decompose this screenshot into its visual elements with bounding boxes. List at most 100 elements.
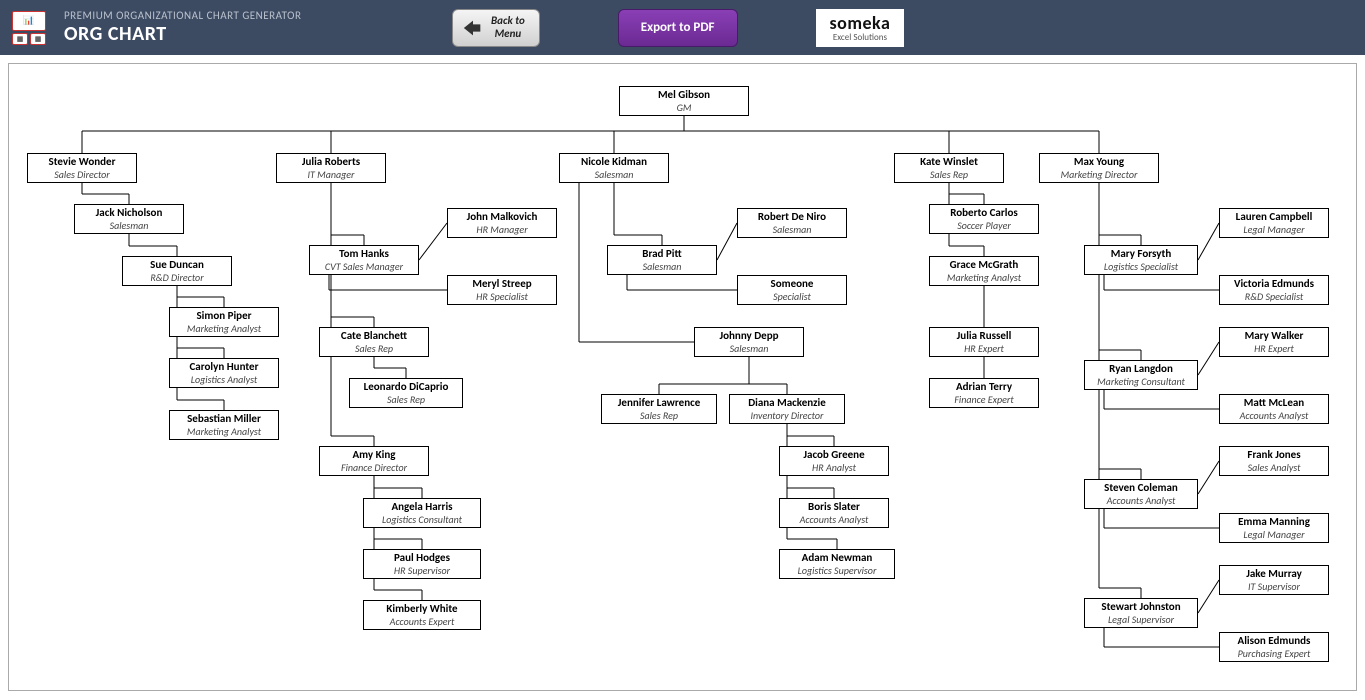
node-role: HR Manager bbox=[452, 224, 552, 236]
brand-name: someka bbox=[830, 12, 891, 34]
org-node[interactable]: Jack NicholsonSalesman bbox=[74, 204, 184, 234]
org-node[interactable]: Sebastian MillerMarketing Analyst bbox=[169, 410, 279, 440]
node-name: Boris Slater bbox=[784, 501, 884, 514]
org-node[interactable]: Carolyn HunterLogistics Analyst bbox=[169, 358, 279, 388]
org-node[interactable]: Paul HodgesHR Supervisor bbox=[363, 549, 481, 579]
node-role: Salesman bbox=[742, 224, 842, 236]
node-name: Jennifer Lawrence bbox=[606, 397, 712, 410]
org-node[interactable]: Boris SlaterAccounts Analyst bbox=[779, 498, 889, 528]
app-header: 📊 ▦ ▦ PREMIUM ORGANIZATIONAL CHART GENER… bbox=[0, 0, 1365, 55]
org-node[interactable]: Kate WinsletSales Rep bbox=[894, 153, 1004, 183]
org-node[interactable]: Meryl StreepHR Specialist bbox=[447, 275, 557, 305]
title-block: PREMIUM ORGANIZATIONAL CHART GENERATOR O… bbox=[64, 9, 434, 46]
org-node[interactable]: Sue DuncanR&D Director bbox=[122, 256, 232, 286]
org-node[interactable]: Roberto CarlosSoccer Player bbox=[929, 204, 1039, 234]
org-node[interactable]: Steven ColemanAccounts Analyst bbox=[1084, 479, 1198, 509]
node-role: Legal Manager bbox=[1224, 224, 1324, 236]
org-node[interactable]: Tom HanksCVT Sales Manager bbox=[309, 245, 419, 275]
node-role: Salesman bbox=[699, 343, 799, 355]
node-name: Adrian Terry bbox=[934, 381, 1034, 394]
node-role: Finance Expert bbox=[934, 394, 1034, 406]
node-name: Stewart Johnston bbox=[1089, 601, 1193, 614]
node-name: Ryan Langdon bbox=[1089, 363, 1193, 376]
node-name: Mary Walker bbox=[1224, 330, 1324, 343]
node-name: Adam Newman bbox=[784, 552, 890, 565]
org-node[interactable]: Julia RussellHR Expert bbox=[929, 327, 1039, 357]
node-name: Steven Coleman bbox=[1089, 482, 1193, 495]
node-name: Julia Roberts bbox=[281, 156, 381, 169]
org-node[interactable]: Kimberly WhiteAccounts Expert bbox=[363, 600, 481, 630]
org-node[interactable]: Grace McGrathMarketing Analyst bbox=[929, 256, 1039, 286]
node-role: HR Specialist bbox=[452, 291, 552, 303]
org-node[interactable]: Adrian TerryFinance Expert bbox=[929, 378, 1039, 408]
node-role: Legal Manager bbox=[1224, 529, 1324, 541]
node-role: Sales Rep bbox=[899, 169, 999, 181]
node-name: John Malkovich bbox=[452, 211, 552, 224]
org-node[interactable]: Mary WalkerHR Expert bbox=[1219, 327, 1329, 357]
node-name: Diana Mackenzie bbox=[734, 397, 840, 410]
org-node[interactable]: Victoria EdmundsR&D Specialist bbox=[1219, 275, 1329, 305]
org-node[interactable]: John MalkovichHR Manager bbox=[447, 208, 557, 238]
org-node[interactable]: Angela HarrisLogistics Consultant bbox=[363, 498, 481, 528]
org-node[interactable]: Robert De NiroSalesman bbox=[737, 208, 847, 238]
org-node[interactable]: Jacob GreeneHR Analyst bbox=[779, 446, 889, 476]
logo-icon: ▦ bbox=[12, 33, 28, 45]
org-node[interactable]: Julia RobertsIT Manager bbox=[276, 153, 386, 183]
node-role: Salesman bbox=[79, 220, 179, 232]
node-name: Carolyn Hunter bbox=[174, 361, 274, 374]
node-role: R&D Specialist bbox=[1224, 291, 1324, 303]
node-name: Brad Pitt bbox=[612, 248, 712, 261]
node-role: CVT Sales Manager bbox=[314, 261, 414, 273]
node-name: Sebastian Miller bbox=[174, 413, 274, 426]
node-role: R&D Director bbox=[127, 272, 227, 284]
org-node[interactable]: Nicole KidmanSalesman bbox=[559, 153, 669, 183]
org-node[interactable]: Jennifer LawrenceSales Rep bbox=[601, 394, 717, 424]
org-node[interactable]: Alison EdmundsPurchasing Expert bbox=[1219, 632, 1329, 662]
org-node[interactable]: Adam NewmanLogistics Supervisor bbox=[779, 549, 895, 579]
node-name: Jake Murray bbox=[1224, 568, 1324, 581]
logo-icon: 📊 bbox=[12, 11, 46, 31]
org-chart-canvas: Mel GibsonGM Stevie WonderSales Director J… bbox=[8, 63, 1357, 691]
node-name: Stevie Wonder bbox=[32, 156, 132, 169]
node-role: GM bbox=[624, 102, 744, 114]
node-role: Sales Director bbox=[32, 169, 132, 181]
org-node[interactable]: Brad PittSalesman bbox=[607, 245, 717, 275]
node-role: Accounts Analyst bbox=[1224, 410, 1324, 422]
logo-icon: ▦ bbox=[30, 33, 46, 45]
org-node[interactable]: Emma ManningLegal Manager bbox=[1219, 513, 1329, 543]
node-name: Robert De Niro bbox=[742, 211, 842, 224]
node-name: Johnny Depp bbox=[699, 330, 799, 343]
node-name: Matt McLean bbox=[1224, 397, 1324, 410]
node-role: HR Supervisor bbox=[368, 565, 476, 577]
export-pdf-button[interactable]: Export to PDF bbox=[618, 9, 738, 47]
node-role: Marketing Director bbox=[1044, 169, 1154, 181]
org-node[interactable]: SomeoneSpecialist bbox=[737, 275, 847, 305]
org-node[interactable]: Stevie WonderSales Director bbox=[27, 153, 137, 183]
node-name: Frank Jones bbox=[1224, 449, 1324, 462]
node-name: Leonardo DiCaprio bbox=[354, 381, 458, 394]
org-node[interactable]: Frank JonesSales Analyst bbox=[1219, 446, 1329, 476]
org-node[interactable]: Max YoungMarketing Director bbox=[1039, 153, 1159, 183]
node-role: Inventory Director bbox=[734, 410, 840, 422]
org-node[interactable]: Ryan LangdonMarketing Consultant bbox=[1084, 360, 1198, 390]
back-label-2: Menu bbox=[491, 28, 525, 40]
node-name: Cate Blanchett bbox=[324, 330, 424, 343]
org-node[interactable]: Johnny DeppSalesman bbox=[694, 327, 804, 357]
node-role: Marketing Analyst bbox=[174, 426, 274, 438]
org-node[interactable]: Stewart JohnstonLegal Supervisor bbox=[1084, 598, 1198, 628]
node-role: Soccer Player bbox=[934, 220, 1034, 232]
node-role: HR Expert bbox=[1224, 343, 1324, 355]
org-node[interactable]: Diana MackenzieInventory Director bbox=[729, 394, 845, 424]
org-node[interactable]: Mary ForsythLogistics Specialist bbox=[1084, 245, 1198, 275]
org-node[interactable]: Cate BlanchettSales Rep bbox=[319, 327, 429, 357]
org-node[interactable]: Jake MurrayIT Supervisor bbox=[1219, 565, 1329, 595]
node-role: Specialist bbox=[742, 291, 842, 303]
org-node[interactable]: Amy KingFinance Director bbox=[319, 446, 429, 476]
org-node[interactable]: Matt McLeanAccounts Analyst bbox=[1219, 394, 1329, 424]
back-to-menu-button[interactable]: Back to Menu bbox=[452, 9, 540, 47]
node-name: Angela Harris bbox=[368, 501, 476, 514]
org-node[interactable]: Simon PiperMarketing Analyst bbox=[169, 307, 279, 337]
org-node[interactable]: Leonardo DiCaprioSales Rep bbox=[349, 378, 463, 408]
org-node[interactable]: Mel GibsonGM bbox=[619, 86, 749, 116]
org-node[interactable]: Lauren CampbellLegal Manager bbox=[1219, 208, 1329, 238]
